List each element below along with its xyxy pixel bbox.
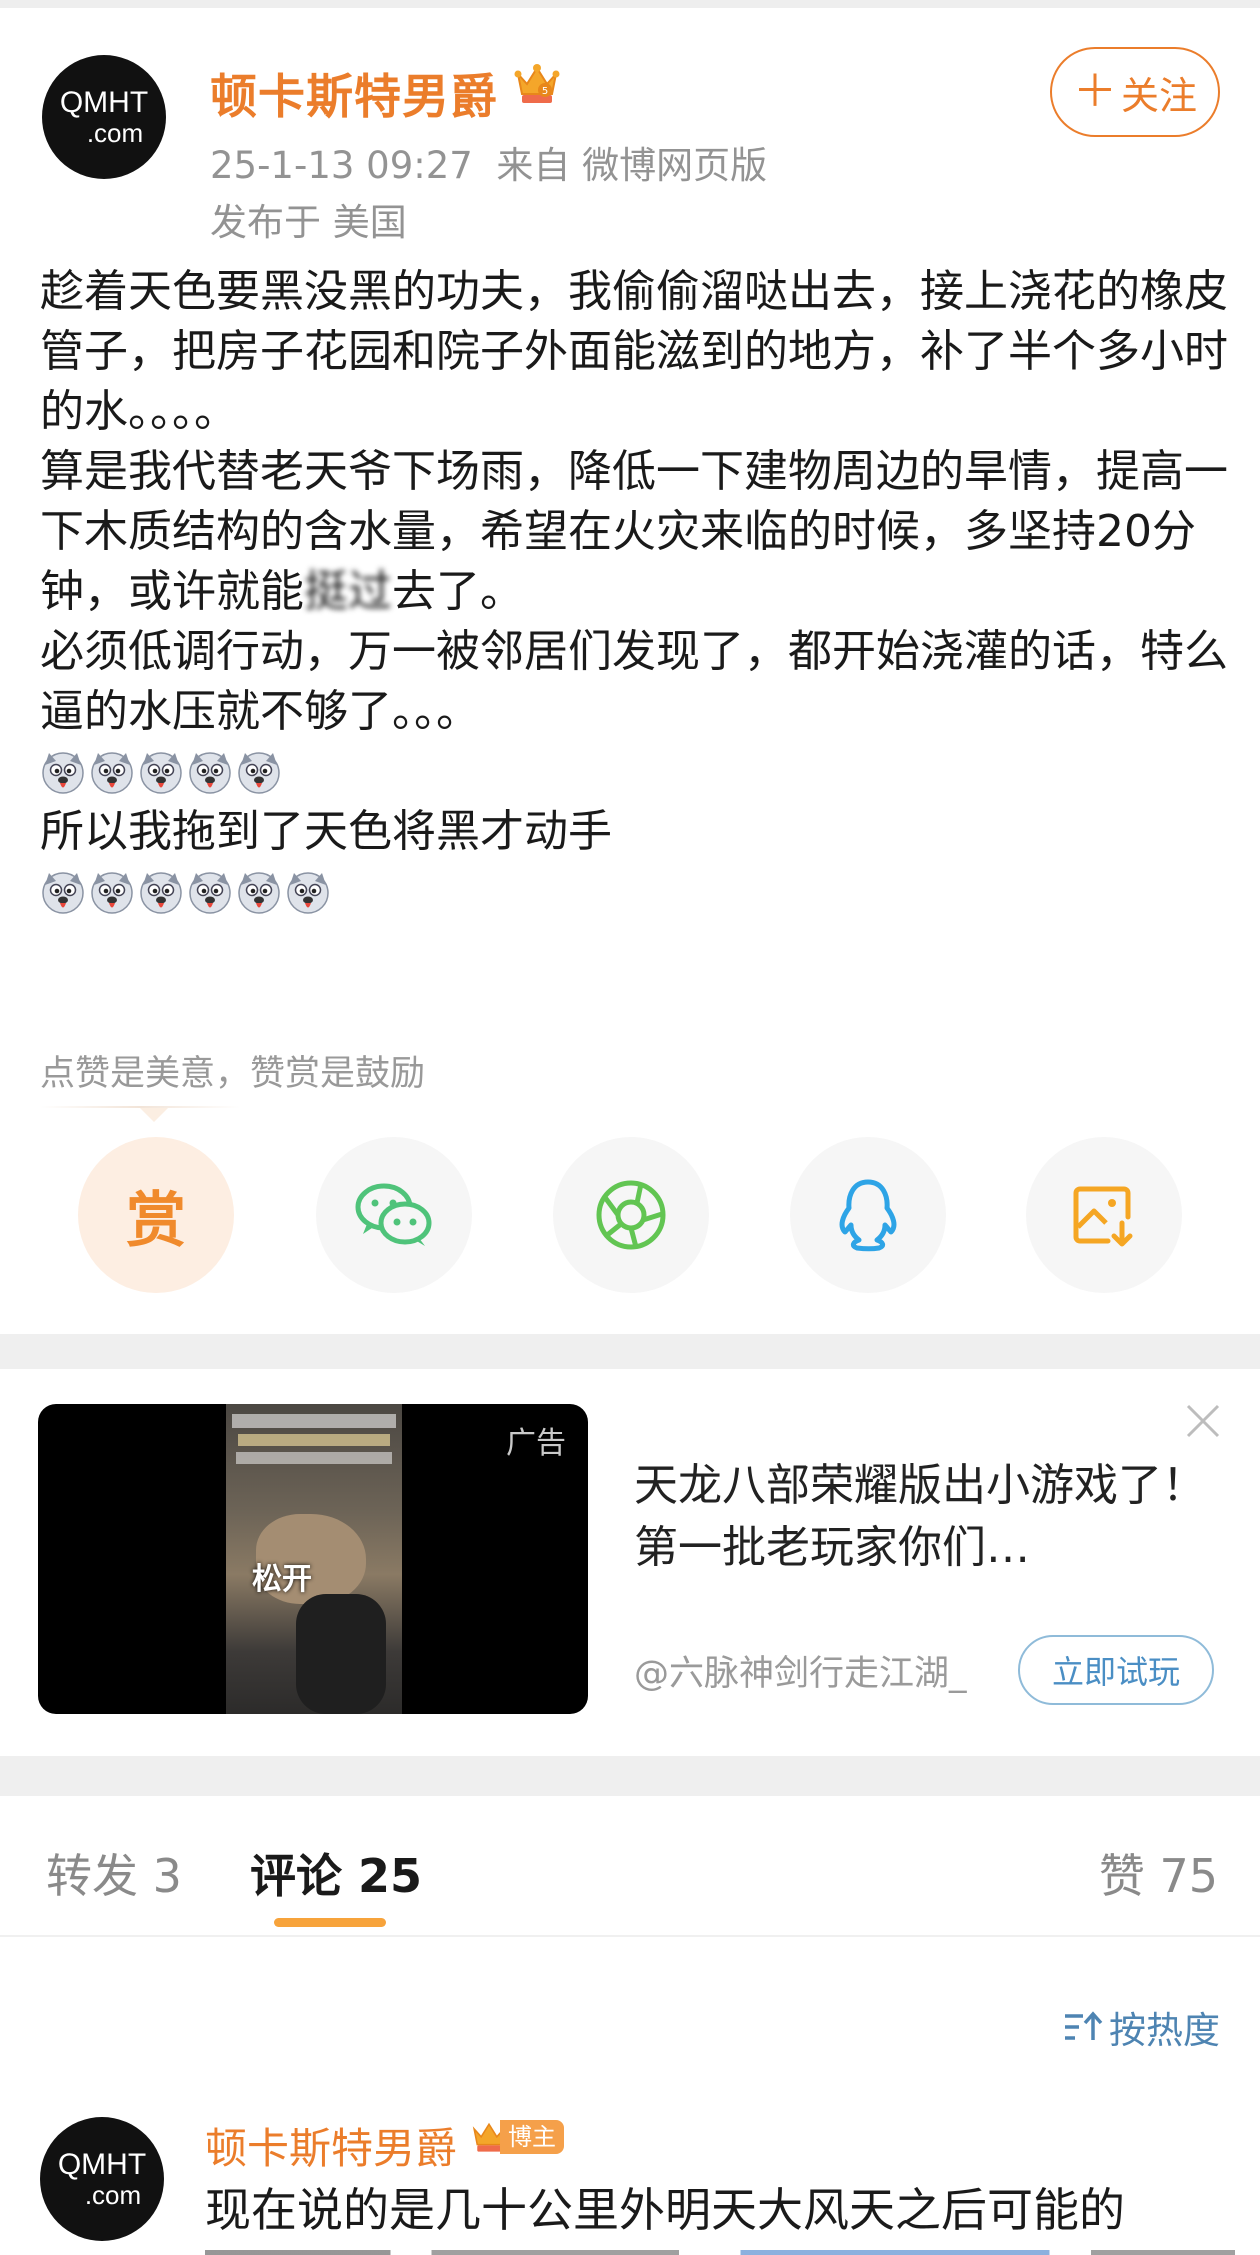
section-divider	[0, 1756, 1260, 1796]
comment-text-cutoff	[205, 2240, 1235, 2255]
post-meta: 25-1-13 09:27 来自 微博网页版	[210, 135, 767, 189]
commenter-avatar[interactable]: QMHT .com	[40, 2117, 164, 2241]
close-icon[interactable]	[1185, 1403, 1221, 1439]
sort-by-hot-button[interactable]: 按热度	[1063, 2000, 1220, 2054]
post-text: 去了。	[392, 566, 524, 617]
post-location: 发布于 美国	[210, 201, 407, 244]
svg-text:5: 5	[542, 86, 548, 97]
reward-icon: 赏	[126, 1185, 186, 1256]
doge-emoji	[42, 752, 84, 794]
post-paragraph: 所以我拖到了天色将黑才动手	[40, 806, 612, 857]
ad-video-caption: 松开	[252, 1562, 312, 1597]
doge-emoji	[189, 872, 231, 914]
share-qq-button[interactable]	[790, 1137, 946, 1293]
author-badge: 博主	[500, 2120, 564, 2154]
tab-active-indicator	[274, 1918, 386, 1927]
post-source[interactable]: 来自 微博网页版	[496, 144, 767, 187]
commenter-name[interactable]: 顿卡斯特男爵	[205, 2115, 457, 2176]
ad-caption-bar	[232, 1414, 396, 1428]
avatar-text-line2: .com	[84, 2180, 142, 2210]
reward-tip: 点赞是美意，赞赏是鼓励	[40, 1054, 426, 1094]
ad-source[interactable]: @六脉神剑行走江湖_	[634, 1645, 967, 1696]
reward-button[interactable]: 赏	[78, 1137, 234, 1293]
section-divider	[0, 1334, 1260, 1369]
avatar-text-line1: QMHT	[59, 86, 149, 119]
post-text-blurred: 挺过	[304, 566, 392, 617]
doge-emoji	[42, 872, 84, 914]
doge-emoji	[91, 872, 133, 914]
tip-caret	[140, 1108, 168, 1122]
share-wechat-button[interactable]	[316, 1137, 472, 1293]
sort-icon	[1065, 2011, 1103, 2040]
post-paragraph: 算是我代替老天爷下场雨，降低一下建物周边的旱情，提高一下木质结构的含水量，希望在…	[40, 442, 1230, 622]
post-paragraph: 必须低调行动，万一被邻居们发现了，都开始浇灌的话，特么逼的水压就不够了。。。	[40, 626, 1228, 737]
cutoff-text-fragment	[205, 2250, 1235, 2255]
ad-image-subject	[296, 1594, 386, 1714]
follow-button[interactable]: ＋ 关注	[1050, 47, 1220, 137]
share-moments-button[interactable]	[553, 1137, 709, 1293]
post-paragraph: 趁着天色要黑没黑的功夫，我偷偷溜哒出去，接上浇花的橡皮管子，把房子花园和院子外面…	[40, 266, 1228, 437]
ad-video-thumbnail[interactable]: 松开 广告	[38, 1404, 588, 1714]
avatar-text-line2: .com	[86, 118, 144, 148]
share-row: 赏	[0, 1137, 1260, 1297]
post-content: 趁着天色要黑没黑的功夫，我偷偷溜哒出去，接上浇花的橡皮管子，把房子花园和院子外面…	[40, 262, 1230, 922]
tab-likes[interactable]: 赞 75	[1099, 1840, 1218, 1906]
doge-emoji	[140, 872, 182, 914]
follow-label: 关注	[1120, 73, 1197, 118]
author-name[interactable]: 顿卡斯特男爵	[210, 58, 498, 127]
ad-video-frame: 松开	[226, 1404, 402, 1714]
emoji-row	[40, 862, 1230, 922]
ad-try-button[interactable]: 立即试玩	[1018, 1635, 1214, 1705]
crown-icon: 5	[514, 64, 560, 103]
tabs-divider	[0, 1935, 1260, 1937]
ad-title[interactable]: 天龙八部荣耀版出小游戏了！第一批老玩家你们…	[634, 1455, 1234, 1579]
ad-label: 广告	[506, 1426, 566, 1461]
qq-icon	[839, 1179, 897, 1252]
save-image-icon	[1073, 1186, 1133, 1247]
post-time: 25-1-13 09:27	[210, 144, 473, 187]
doge-emoji	[91, 752, 133, 794]
top-divider	[0, 0, 1260, 8]
doge-emoji	[238, 872, 280, 914]
ad-caption-bar	[238, 1434, 390, 1446]
emoji-row	[40, 742, 1230, 802]
ad-caption-bar	[236, 1452, 392, 1464]
author-avatar[interactable]: QMHT .com	[42, 55, 166, 179]
doge-emoji	[238, 752, 280, 794]
tab-comments[interactable]: 评论 25	[250, 1840, 422, 1906]
tab-reposts[interactable]: 转发 3	[46, 1840, 182, 1906]
doge-emoji	[140, 752, 182, 794]
save-image-button[interactable]	[1026, 1137, 1182, 1293]
doge-emoji	[189, 752, 231, 794]
comment-text: 现在说的是几十公里外明天大风天之后可能的	[205, 2183, 1125, 2237]
post-text: 算是我代替老天爷下场雨，降低一下建物周边的旱情，提高一下木质结构的含水量，希望在…	[40, 446, 1228, 617]
sort-label: 按热度	[1109, 2009, 1220, 2052]
avatar-text-line1: QMHT	[57, 2148, 147, 2181]
moments-icon	[596, 1180, 666, 1250]
wechat-icon	[355, 1183, 432, 1246]
plus-icon: ＋	[1072, 66, 1117, 117]
doge-emoji	[287, 872, 329, 914]
